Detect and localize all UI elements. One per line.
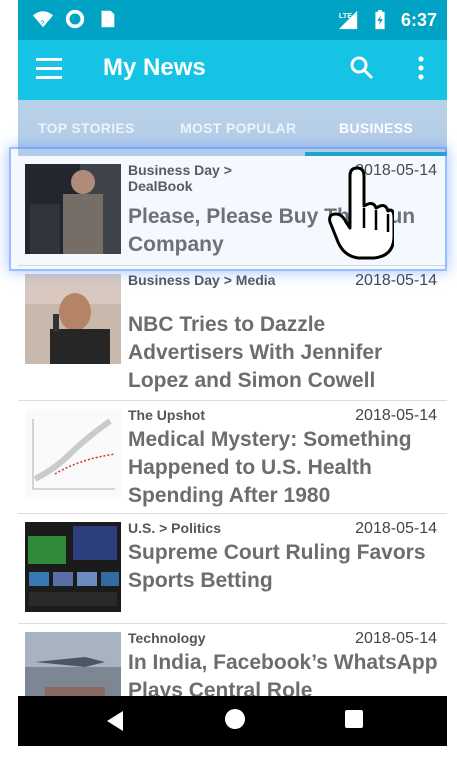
search-icon[interactable] [348,54,376,82]
article-section: Technology [128,630,206,646]
article-date: 2018-05-14 [355,630,437,647]
article-thumbnail [25,274,121,364]
svg-text:LTE: LTE [339,11,352,20]
svg-text:?: ? [40,18,44,27]
status-bar: ? LTE 6:37 [18,0,447,40]
circle-status-icon [65,9,85,29]
recents-icon[interactable] [345,710,363,728]
article-section: The Upshot [128,407,205,423]
tab-most-popular[interactable]: MOST POPULAR [180,120,296,136]
battery-charging-icon [375,9,385,30]
article-headline[interactable]: Medical Mystery: Something Happened to U… [128,426,444,510]
article-headline[interactable]: NBC Tries to Dazzle Advertisers With Jen… [128,311,444,395]
article-thumbnail [25,522,121,612]
hamburger-menu-icon[interactable] [36,58,62,82]
article-headline[interactable]: Supreme Court Ruling Favors Sports Betti… [128,539,444,595]
article-section: U.S. > Politics [128,520,221,536]
article-date: 2018-05-14 [355,407,437,424]
hand-pointer-icon [328,166,394,260]
more-vert-icon[interactable] [414,54,428,82]
article-section: Business Day > Media [128,272,276,288]
article-row[interactable]: Technology 2018-05-14 In India, Facebook… [18,624,447,696]
wifi-icon: ? [32,11,54,27]
device-frame-right [447,0,457,760]
app-title: My News [103,54,206,81]
device-frame-left [0,0,18,760]
article-thumbnail [25,409,121,499]
sd-card-icon [101,10,115,28]
article-row[interactable]: The Upshot 2018-05-14 Medical Mystery: S… [18,401,447,514]
app-bar: My News [18,40,447,100]
article-date: 2018-05-14 [355,272,437,289]
clock: 6:37 [400,9,437,30]
signal-lte-icon: LTE [338,10,358,30]
device-frame-bottom [0,745,457,760]
back-icon[interactable] [105,710,125,732]
article-row[interactable]: Business Day > Media 2018-05-14 NBC Trie… [18,266,447,401]
tab-top-stories[interactable]: TOP STORIES [38,120,135,136]
article-row[interactable]: U.S. > Politics 2018-05-14 Supreme Court… [18,514,447,624]
system-nav-bar [18,696,447,746]
article-date: 2018-05-14 [355,520,437,537]
article-thumbnail [25,632,121,696]
tab-business[interactable]: BUSINESS [339,120,413,136]
article-headline[interactable]: In India, Facebook’s WhatsApp Plays Cent… [128,649,444,696]
home-icon[interactable] [225,709,245,729]
